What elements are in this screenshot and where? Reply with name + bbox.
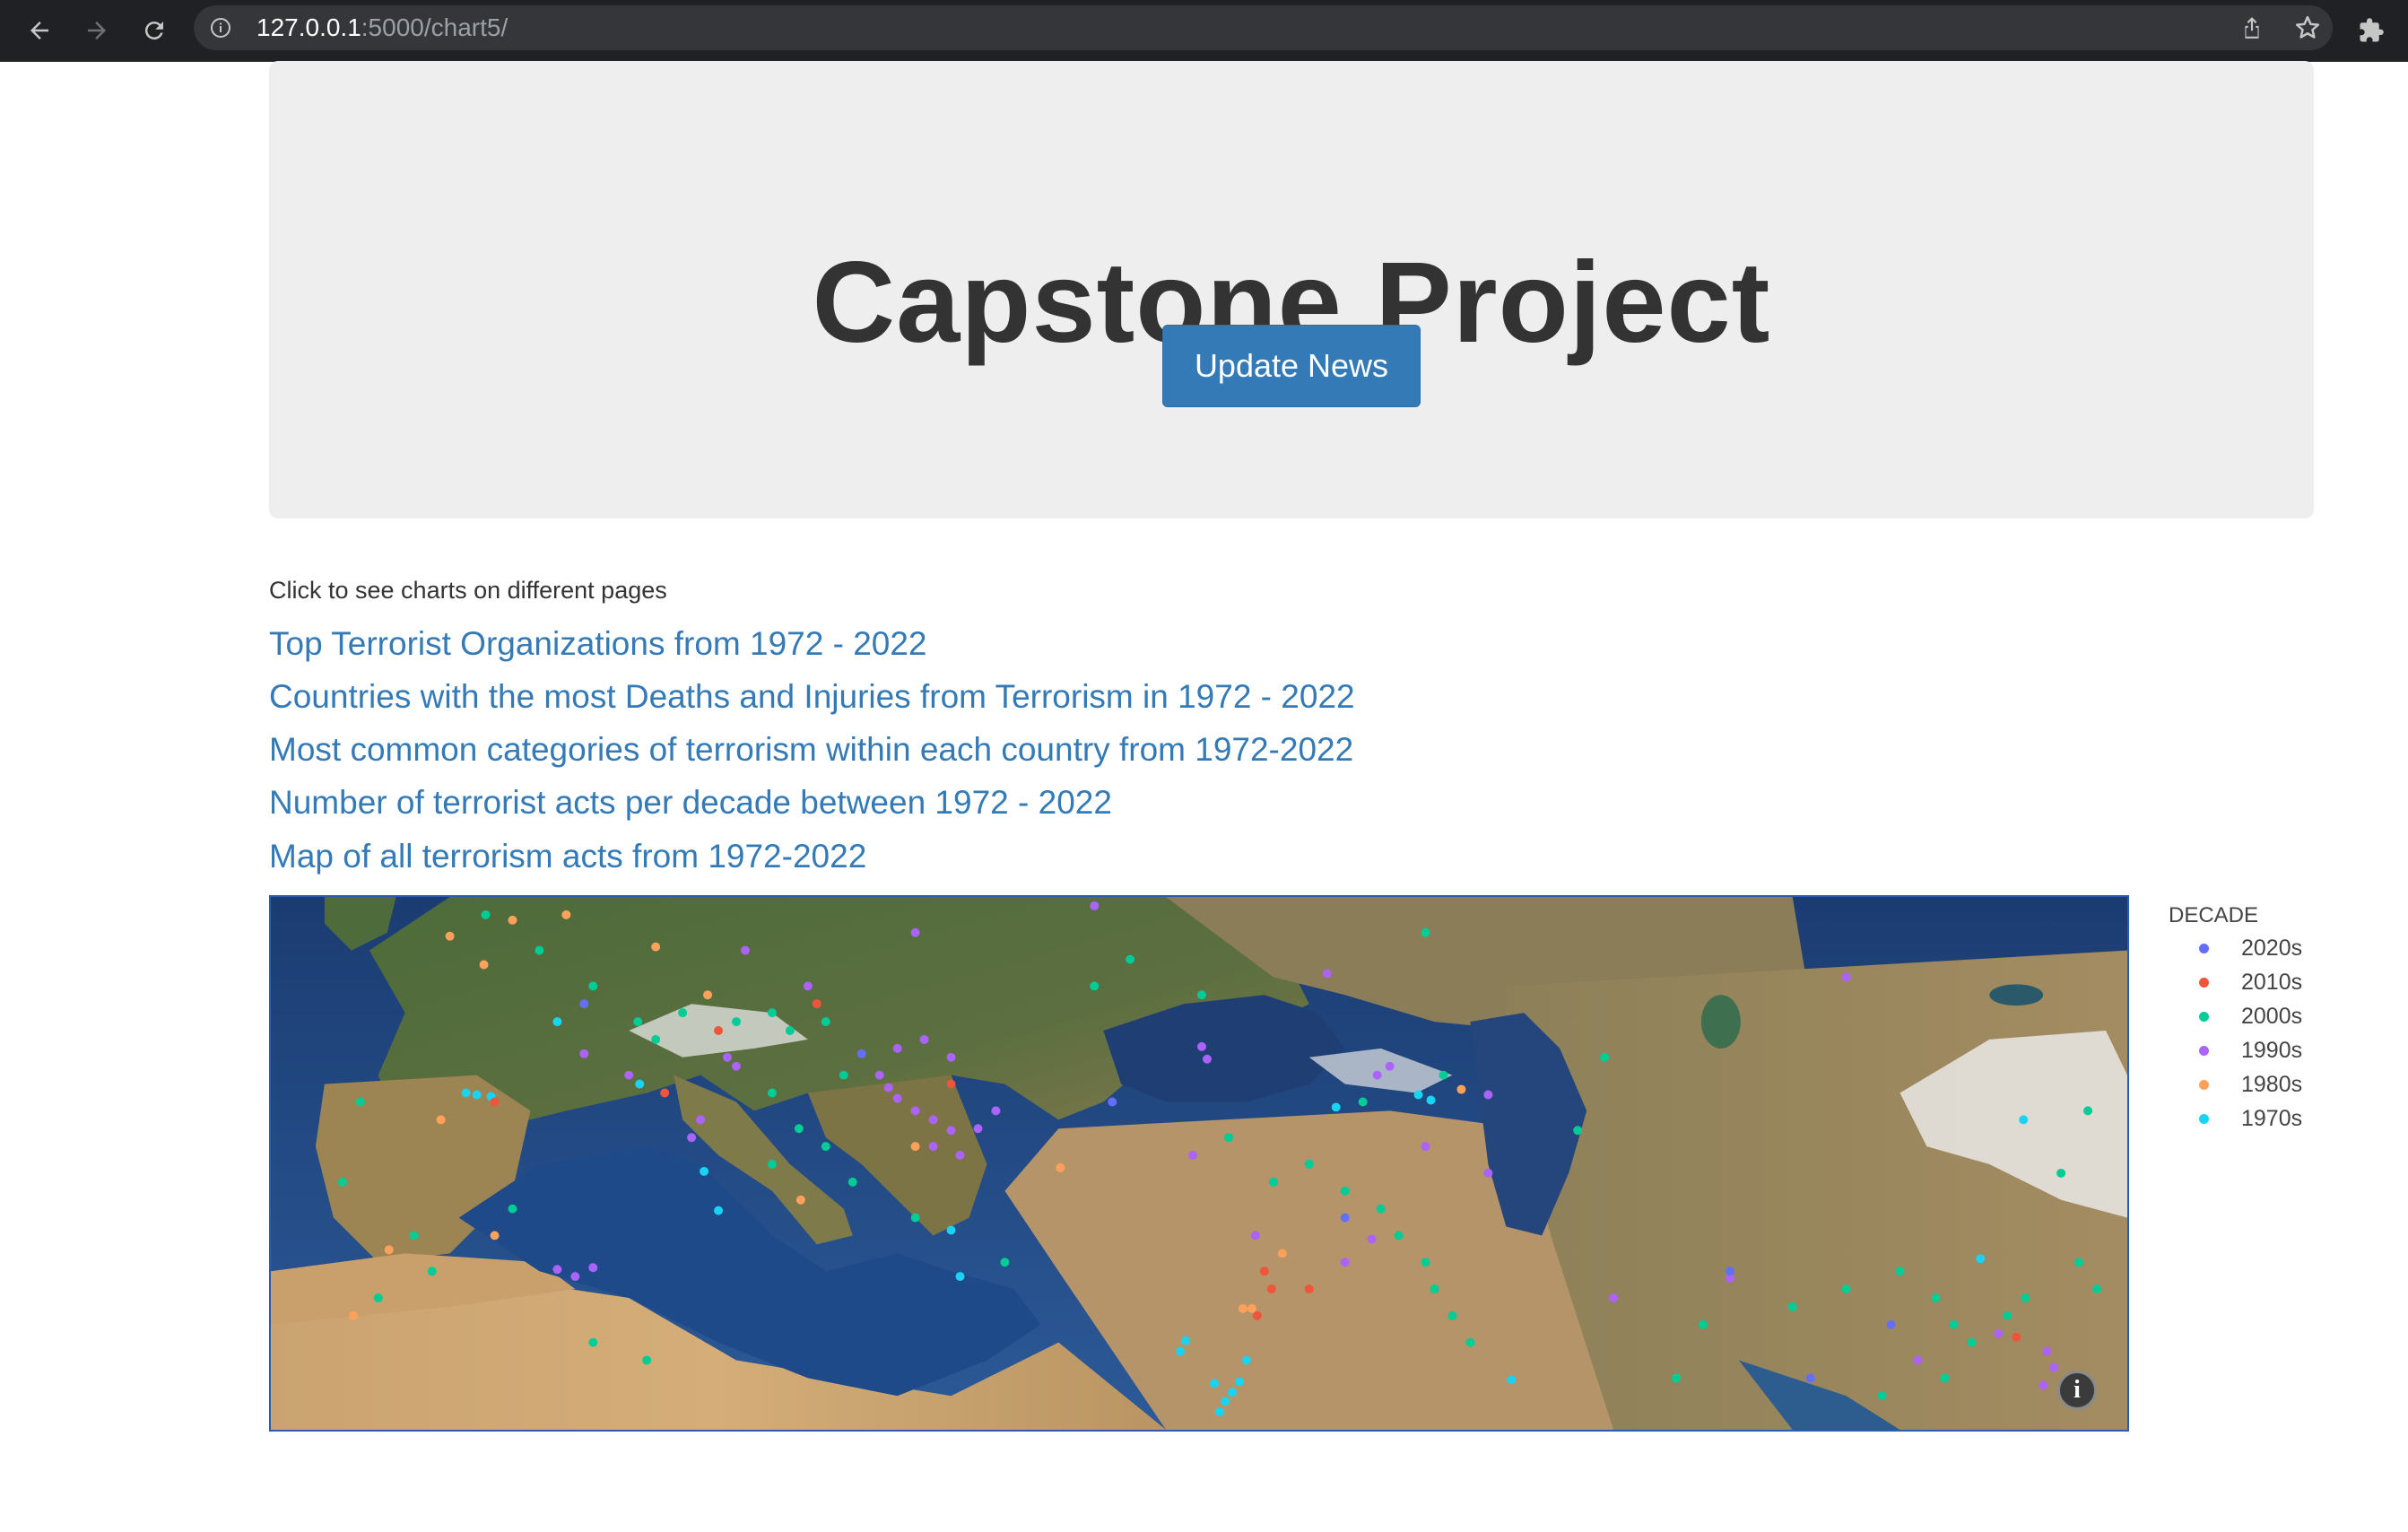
info-icon[interactable]: i [2057, 1371, 2097, 1410]
points-2010s [490, 999, 2021, 1342]
browser-toolbar: 127.0.0.1:5000/chart5/ [0, 0, 2408, 62]
points-2000s [337, 910, 2102, 1401]
legend-marker [2199, 1011, 2209, 1022]
legend-label: 1990s [2241, 1037, 2303, 1063]
legend-item-1970s[interactable]: 1970s [2169, 1101, 2348, 1136]
points-2020s [579, 999, 1896, 1383]
extensions-puzzle-icon[interactable] [2351, 11, 2391, 50]
legend-title: DECADE [2169, 903, 2259, 927]
site-info-icon[interactable] [210, 17, 231, 39]
link-top-organizations[interactable]: Top Terrorist Organizations from 1972 - … [269, 625, 927, 663]
url-text[interactable]: 127.0.0.1:5000/chart5/ [256, 5, 508, 50]
map-legend: DECADE 2020s 2010s 2000s 1990s 1980s 197… [2169, 901, 2348, 1136]
back-arrow-icon[interactable] [20, 11, 59, 50]
forward-arrow-icon[interactable] [77, 11, 117, 50]
link-deaths-injuries[interactable]: Countries with the most Deaths and Injur… [269, 678, 1355, 716]
url-path: :5000/chart5/ [361, 13, 509, 41]
legend-item-2010s[interactable]: 2010s [2169, 965, 2348, 999]
points-1990s [552, 901, 2059, 1390]
legend-label: 2000s [2241, 1003, 2303, 1029]
header-jumbotron: Capstone Project Update News [269, 61, 2314, 518]
terrorism-map[interactable]: i [269, 895, 2129, 1432]
link-acts-per-decade[interactable]: Number of terrorist acts per decade betw… [269, 784, 1112, 822]
share-icon[interactable] [2238, 13, 2266, 42]
legend-label: 1970s [2241, 1105, 2303, 1131]
legend-marker [2199, 1113, 2209, 1124]
legend-item-2020s[interactable]: 2020s [2169, 931, 2348, 965]
legend-item-1990s[interactable]: 1990s [2169, 1033, 2348, 1067]
legend-marker [2199, 1045, 2209, 1056]
legend-marker [2199, 943, 2209, 953]
legend-label: 2010s [2241, 969, 2303, 995]
points-1980s [348, 910, 1466, 1320]
links-intro-text: Click to see charts on different pages [269, 577, 667, 604]
legend-marker [2199, 977, 2209, 988]
address-bar[interactable]: 127.0.0.1:5000/chart5/ [194, 5, 2333, 50]
legend-label: 2020s [2241, 935, 2303, 961]
event-points-layer [337, 901, 2102, 1417]
reload-icon[interactable] [135, 11, 174, 50]
legend-item-2000s[interactable]: 2000s [2169, 999, 2348, 1033]
points-1970s [461, 1017, 2029, 1417]
link-map-all-acts[interactable]: Map of all terrorism acts from 1972-2022 [269, 838, 866, 875]
legend-label: 1980s [2241, 1071, 2303, 1097]
url-host: 127.0.0.1 [256, 13, 361, 41]
bookmark-star-icon[interactable] [2293, 13, 2322, 42]
legend-marker [2199, 1079, 2209, 1090]
link-common-categories[interactable]: Most common categories of terrorism with… [269, 731, 1353, 769]
update-news-button[interactable]: Update News [1162, 325, 1421, 407]
legend-item-1980s[interactable]: 1980s [2169, 1067, 2348, 1101]
